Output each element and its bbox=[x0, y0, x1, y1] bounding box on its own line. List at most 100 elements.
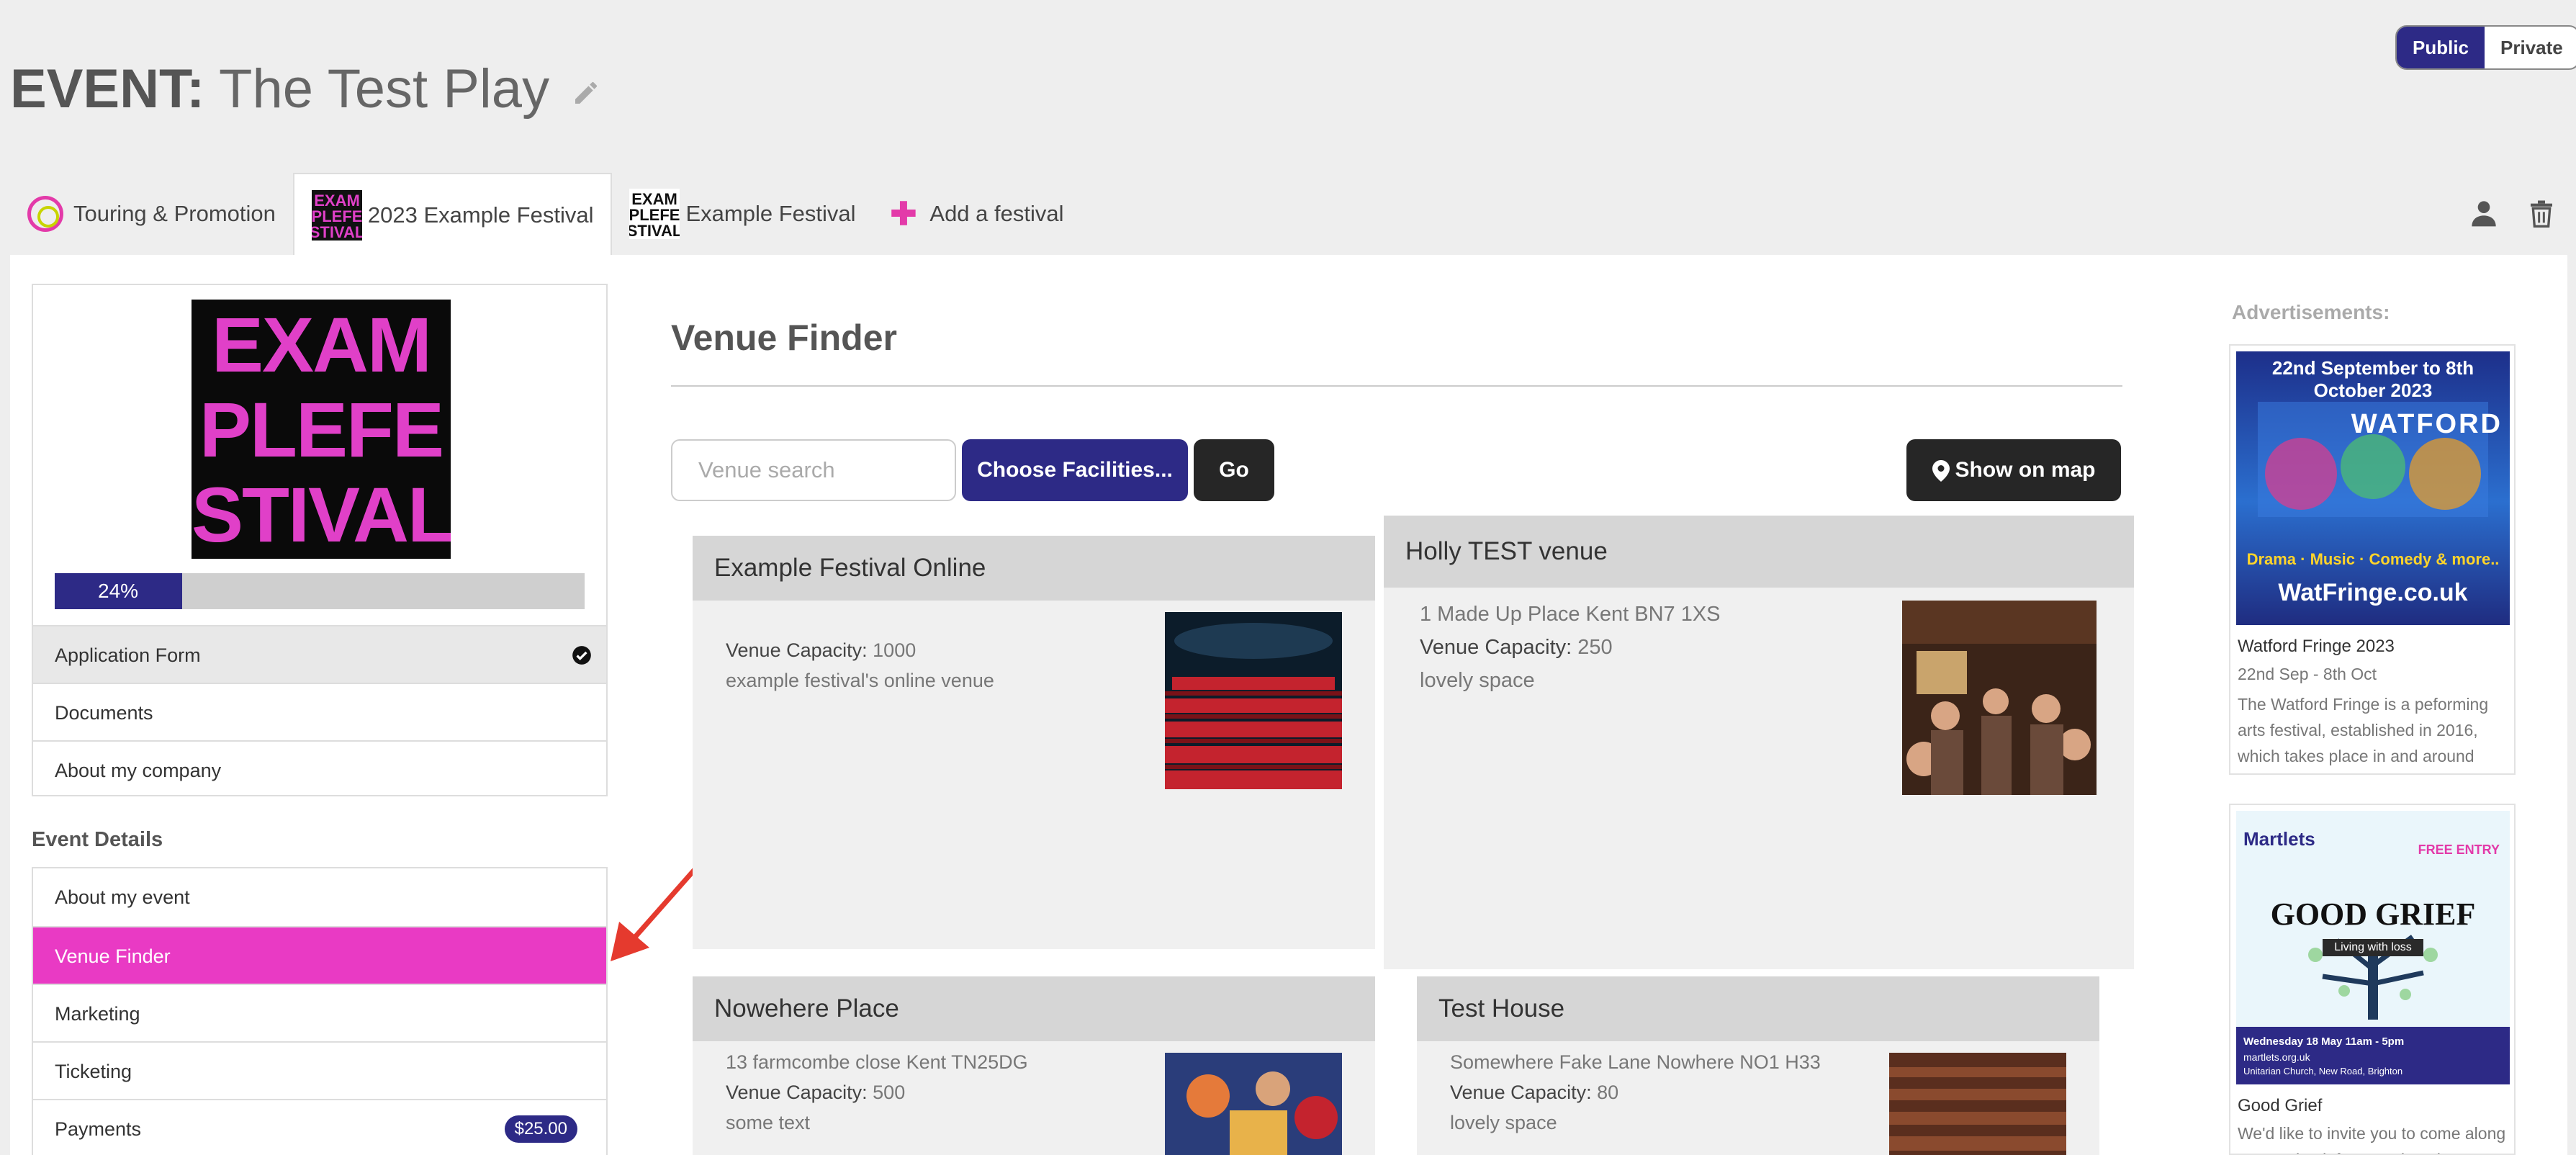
venue-name[interactable]: Example Festival Online bbox=[693, 536, 1375, 601]
venue-capacity: 1000 bbox=[873, 639, 917, 661]
capacity-label: Venue Capacity: bbox=[726, 639, 868, 661]
ad-image-site: WatFringe.co.uk bbox=[2278, 579, 2468, 606]
ad-image-headline: GOOD GRIEF bbox=[2270, 896, 2476, 932]
sidebar-item-label: Payments bbox=[55, 1118, 142, 1140]
ad-image-place: Unitarian Church, New Road, Brighton bbox=[2243, 1066, 2403, 1077]
ad-description: The Watford Fringe is a peforming arts f… bbox=[2238, 695, 2489, 773]
ad-title[interactable]: Good Grief bbox=[2230, 1090, 2514, 1116]
ad-dates: 22nd Sep - 8th Oct bbox=[2238, 665, 2377, 683]
event-label: EVENT: bbox=[10, 58, 205, 120]
tab-touring-promotion[interactable]: Touring & Promotion bbox=[10, 173, 293, 255]
user-icon[interactable] bbox=[2469, 199, 2498, 228]
sidebar-item-label: About my event bbox=[55, 886, 190, 908]
venue-details: 1 Made Up Place Kent BN7 1XS Venue Capac… bbox=[1420, 598, 1721, 697]
progress-bar: 24% bbox=[55, 573, 585, 609]
venue-capacity: 80 bbox=[1597, 1082, 1619, 1103]
venue-address: 1 Made Up Place Kent BN7 1XS bbox=[1420, 603, 1721, 626]
plus-icon: ✚ bbox=[890, 196, 917, 232]
venue-name[interactable]: Holly TEST venue bbox=[1384, 516, 2134, 588]
event-name: The Test Play bbox=[219, 58, 550, 120]
festival-tabs: Touring & Promotion EXAM PLEFE STIVAL 20… bbox=[10, 173, 1081, 256]
sidebar-item-venue-finder[interactable]: Venue Finder bbox=[33, 926, 606, 984]
private-option[interactable]: Private bbox=[2485, 27, 2576, 68]
festival-logo: EXAM PLEFE STIVAL bbox=[629, 189, 680, 239]
sidebar-item-label: Ticketing bbox=[55, 1061, 132, 1082]
tab-label: Touring & Promotion bbox=[73, 201, 276, 226]
ad-card[interactable]: 22nd September to 8th October 2023 WATFO… bbox=[2229, 344, 2516, 775]
sidebar-item-documents[interactable]: Documents bbox=[33, 683, 606, 740]
sidebar-item-label: Venue Finder bbox=[55, 945, 171, 967]
event-details-heading: Event Details bbox=[32, 828, 163, 851]
public-option[interactable]: Public bbox=[2397, 27, 2485, 68]
venue-description: lovely space bbox=[1450, 1112, 1557, 1133]
venue-search-input[interactable]: Venue search bbox=[671, 439, 956, 501]
tab-label: Add a festival bbox=[929, 201, 1064, 226]
check-circle-icon bbox=[572, 646, 591, 665]
sidebar-item-ticketing[interactable]: Ticketing bbox=[33, 1041, 606, 1099]
venue-card[interactable]: Nowehere Place 13 farmcombe close Kent T… bbox=[693, 976, 1375, 1155]
venue-capacity: 500 bbox=[873, 1082, 906, 1103]
application-box: EXAM PLEFE STIVAL 24% Application Form D… bbox=[32, 284, 608, 796]
show-on-map-button[interactable]: Show on map bbox=[1906, 439, 2121, 501]
sidebar-item-label: Documents bbox=[55, 702, 153, 724]
svg-text:STIVAL: STIVAL bbox=[312, 223, 362, 241]
go-button[interactable]: Go bbox=[1194, 439, 1274, 501]
ad-image-site: martlets.org.uk bbox=[2243, 1051, 2310, 1063]
venue-details: Venue Capacity: 1000 example festival's … bbox=[726, 635, 994, 696]
event-details-list: About my event Venue Finder Marketing Ti… bbox=[32, 867, 608, 1155]
sidebar-item-label: About my company bbox=[55, 760, 222, 781]
venue-details: Somewhere Fake Lane Nowhere NO1 H33 Venu… bbox=[1450, 1047, 1821, 1138]
trash-icon[interactable] bbox=[2527, 199, 2556, 228]
ad-description: We'd like to invite you to come along to… bbox=[2238, 1124, 2506, 1154]
tab-example-festival[interactable]: EXAM PLEFE STIVAL Example Festival bbox=[612, 173, 873, 255]
sidebar-item-about-company[interactable]: About my company bbox=[33, 740, 606, 798]
poster-line: EXAM bbox=[211, 301, 432, 388]
ad-card[interactable]: Martlets FREE ENTRY GOOD GRIEF Living wi… bbox=[2229, 804, 2516, 1155]
svg-text:STIVAL: STIVAL bbox=[629, 222, 680, 239]
sidebar-item-about-event[interactable]: About my event bbox=[33, 868, 606, 926]
venue-card[interactable]: Example Festival Online Venue Capacity: … bbox=[693, 536, 1375, 949]
sidebar-item-application-form[interactable]: Application Form bbox=[33, 625, 606, 683]
touring-promotion-icon bbox=[27, 196, 63, 232]
ads-label: Advertisements: bbox=[2232, 301, 2390, 323]
ad-image-sub: Living with loss bbox=[2323, 939, 2423, 956]
visibility-toggle[interactable]: Public Private bbox=[2395, 25, 2576, 70]
choose-facilities-button[interactable]: Choose Facilities... bbox=[962, 439, 1188, 501]
map-pin-icon bbox=[1932, 460, 1950, 482]
festival-poster: EXAM PLEFE STIVAL bbox=[192, 300, 451, 559]
divider bbox=[671, 385, 2122, 387]
venue-details: 13 farmcombe close Kent TN25DG Venue Cap… bbox=[726, 1047, 1028, 1138]
ad-image[interactable]: 22nd September to 8th October 2023 WATFO… bbox=[2236, 351, 2510, 625]
capacity-label: Venue Capacity: bbox=[1450, 1082, 1592, 1103]
ad-image-dates: 22nd September to 8th October 2023 bbox=[2271, 357, 2474, 401]
venue-card[interactable]: Test House Somewhere Fake Lane Nowhere N… bbox=[1417, 976, 2099, 1155]
show-on-map-label: Show on map bbox=[1955, 458, 2096, 482]
venue-address: Somewhere Fake Lane Nowhere NO1 H33 bbox=[1450, 1051, 1821, 1073]
sidebar-item-label: Marketing bbox=[55, 1003, 140, 1025]
application-list: Application Form Documents About my comp… bbox=[33, 625, 606, 798]
venue-photo bbox=[1889, 1053, 2066, 1155]
venue-photo bbox=[1165, 612, 1342, 789]
venue-finder-title: Venue Finder bbox=[671, 318, 897, 358]
sidebar-item-payments[interactable]: Payments $25.00 bbox=[33, 1099, 606, 1155]
progress-fill: 24% bbox=[55, 573, 182, 609]
venue-card[interactable]: Holly TEST venue 1 Made Up Place Kent BN… bbox=[1384, 516, 2134, 969]
capacity-label: Venue Capacity: bbox=[1420, 636, 1572, 659]
ad-image-free: FREE ENTRY bbox=[2418, 842, 2500, 857]
tab-label: 2023 Example Festival bbox=[367, 202, 594, 228]
ad-image[interactable]: Martlets FREE ENTRY GOOD GRIEF Living wi… bbox=[2236, 811, 2510, 1084]
capacity-label: Venue Capacity: bbox=[726, 1082, 868, 1103]
poster-line: STIVAL bbox=[192, 471, 451, 558]
ad-image-brand: Martlets bbox=[2243, 828, 2315, 850]
payments-badge: $25.00 bbox=[504, 1115, 577, 1143]
sidebar-item-marketing[interactable]: Marketing bbox=[33, 984, 606, 1041]
venue-name[interactable]: Test House bbox=[1417, 976, 2099, 1041]
tab-2023-example-festival[interactable]: EXAM PLEFE STIVAL 2023 Example Festival bbox=[292, 173, 613, 256]
venue-description: lovely space bbox=[1420, 669, 1535, 692]
pencil-icon[interactable] bbox=[572, 78, 600, 107]
ad-title[interactable]: Watford Fringe 2023 bbox=[2230, 631, 2514, 657]
venue-name[interactable]: Nowehere Place bbox=[693, 976, 1375, 1041]
venue-photo bbox=[1902, 601, 2097, 795]
tab-add-festival[interactable]: ✚ Add a festival bbox=[873, 173, 1081, 255]
ad-image-date: Wednesday 18 May 11am - 5pm bbox=[2243, 1035, 2405, 1048]
